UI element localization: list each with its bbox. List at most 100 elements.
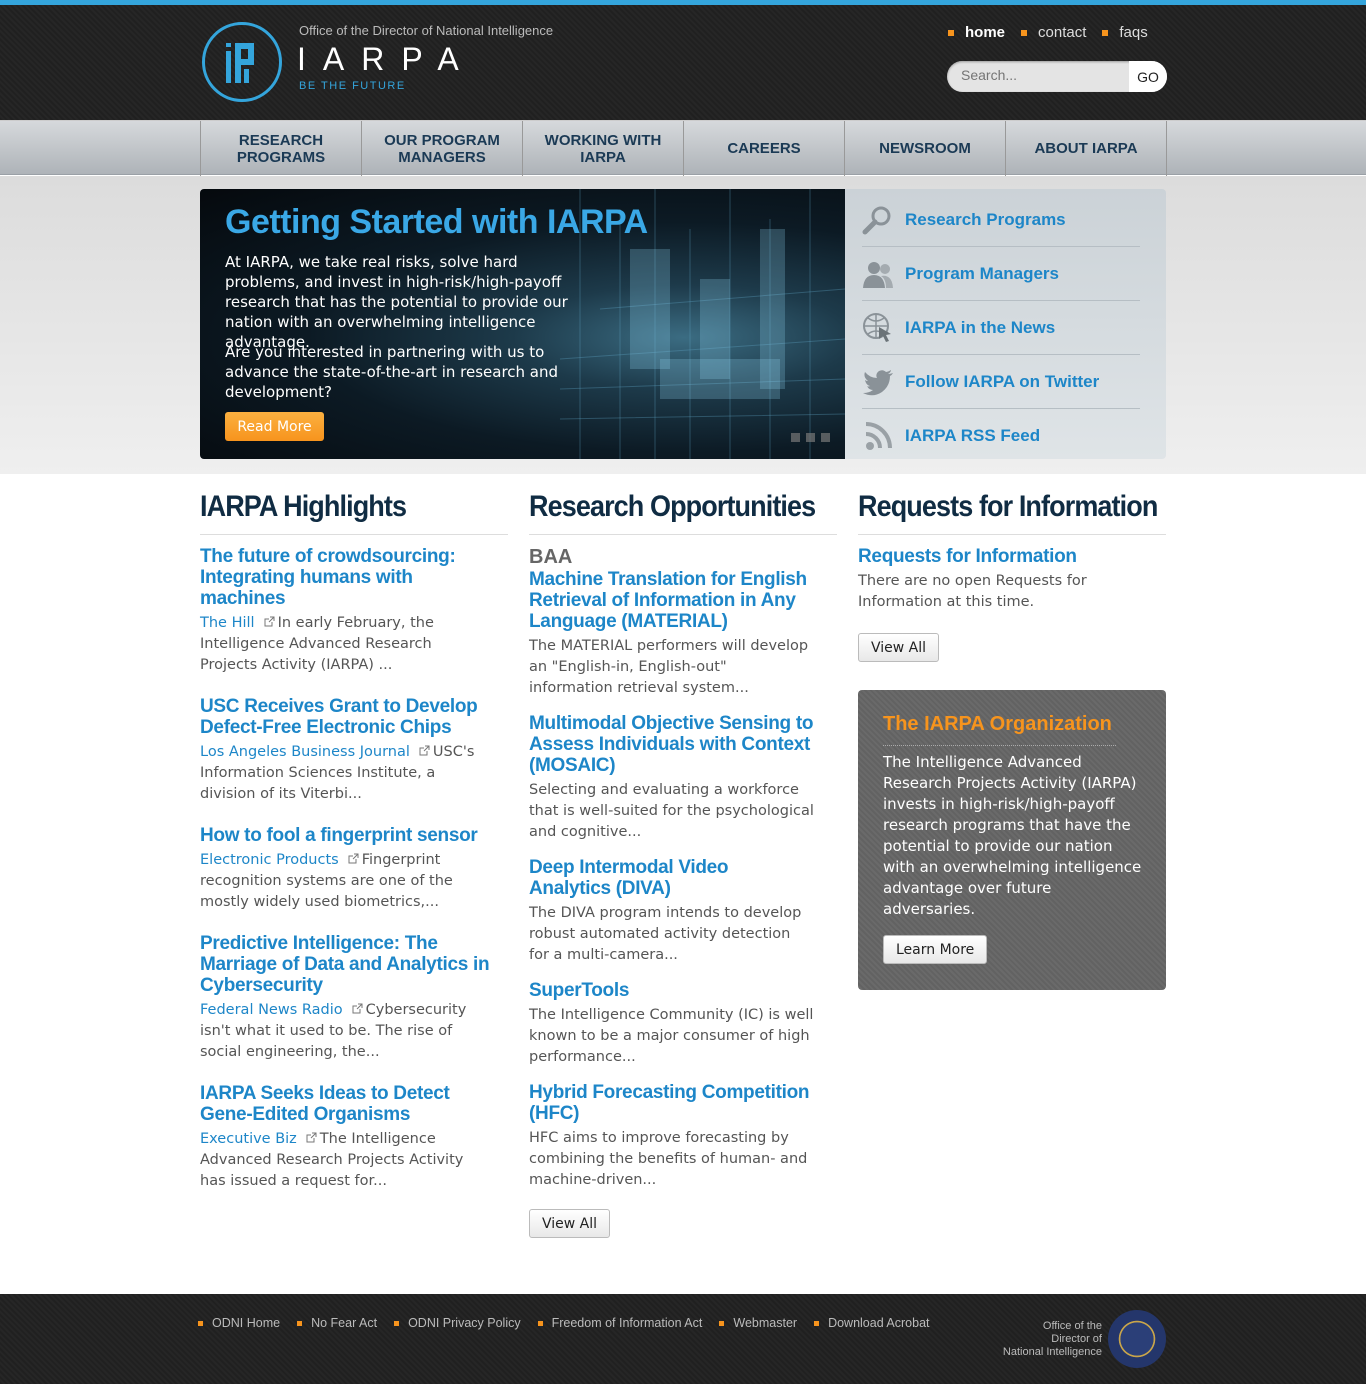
list-item: IARPA Seeks Ideas to Detect Gene-Edited … — [200, 1083, 490, 1192]
slide-dot[interactable] — [791, 433, 800, 442]
topnav-faqs-label: faqs — [1119, 24, 1148, 41]
bullet-icon — [719, 1320, 725, 1326]
quick-links-panel: Research Programs Program Managers IARPA… — [845, 189, 1166, 459]
footer-link-label: Webmaster — [733, 1316, 798, 1330]
nav-about-iarpa[interactable]: About IARPA — [1006, 121, 1167, 176]
footer-odni-text[interactable]: Office of the Director of National Intel… — [1003, 1320, 1102, 1359]
quicklink-twitter[interactable]: Follow IARPA on Twitter — [862, 355, 1140, 409]
research-excerpt: The DIVA program intends to develop robu… — [529, 905, 802, 963]
hero-paragraph-1: At IARPA, we take real risks, solve hard… — [225, 253, 568, 351]
research-title[interactable]: Deep Intermodal Video Analytics (DIVA) — [529, 857, 814, 899]
topnav-home[interactable]: home — [948, 24, 1005, 41]
research-title[interactable]: Multimodal Objective Sensing to Assess I… — [529, 713, 814, 776]
research-title[interactable]: Hybrid Forecasting Competition (HFC) — [529, 1082, 814, 1124]
list-item: How to fool a fingerprint sensor Electro… — [200, 825, 490, 913]
bullet-icon — [1021, 29, 1028, 36]
rfi-section: Requests for Information There are no op… — [858, 546, 1158, 662]
learn-more-button[interactable]: Learn More — [883, 935, 988, 964]
footer-link-odni-home[interactable]: ODNI Home — [198, 1316, 280, 1330]
footer-links: ODNI Home No Fear Act ODNI Privacy Polic… — [198, 1316, 947, 1330]
baa-subheading: BAA — [529, 546, 573, 568]
footer-link-foia[interactable]: Freedom of Information Act — [537, 1316, 702, 1330]
highlight-title[interactable]: IARPA Seeks Ideas to Detect Gene-Edited … — [200, 1083, 490, 1125]
highlight-title[interactable]: The future of crowdsourcing: Integrating… — [200, 546, 490, 609]
topnav-faqs[interactable]: faqs — [1102, 24, 1148, 41]
nav-careers[interactable]: Careers — [684, 121, 845, 176]
footer-link-privacy-policy[interactable]: ODNI Privacy Policy — [394, 1316, 521, 1330]
bullet-icon — [1102, 29, 1109, 36]
odni-seal-icon[interactable] — [1108, 1310, 1166, 1368]
rss-icon — [865, 422, 892, 450]
highlight-title[interactable]: How to fool a fingerprint sensor — [200, 825, 490, 846]
highlight-source[interactable]: Executive Biz — [200, 1131, 297, 1147]
quicklink-rss[interactable]: IARPA RSS Feed — [862, 409, 1140, 463]
footer-link-download-acrobat[interactable]: Download Acrobat — [814, 1316, 930, 1330]
search-go-button[interactable]: GO — [1129, 61, 1167, 92]
nav-working-with-iarpa[interactable]: Working With IARPA — [523, 121, 684, 176]
highlight-source[interactable]: The Hill — [200, 615, 255, 631]
bullet-icon — [948, 29, 954, 36]
list-item: Multimodal Objective Sensing to Assess I… — [529, 713, 814, 843]
read-more-button[interactable]: Read More — [225, 412, 324, 441]
site-footer: ODNI Home No Fear Act ODNI Privacy Polic… — [0, 1294, 1366, 1384]
list-item: Machine Translation for English Retrieva… — [529, 569, 814, 699]
nav-research-programs[interactable]: Research Programs — [201, 121, 362, 176]
iarpa-logo-icon — [226, 43, 254, 83]
highlight-title[interactable]: Predictive Intelligence: The Marriage of… — [200, 933, 490, 996]
list-item: The future of crowdsourcing: Integrating… — [200, 546, 490, 676]
highlight-title[interactable]: USC Receives Grant to Develop Defect-Fre… — [200, 696, 490, 738]
hero-title: Getting Started with IARPA — [225, 203, 648, 241]
highlight-body: Executive Biz The Intelligence Advanced R… — [200, 1129, 490, 1192]
research-list: BAA Machine Translation for English Retr… — [529, 546, 814, 1238]
rfi-view-all-button[interactable]: View All — [858, 633, 940, 662]
nav-program-managers[interactable]: Our Program Managers — [362, 121, 523, 176]
org-text: The Intelligence Advanced Research Proje… — [883, 753, 1142, 918]
highlight-source[interactable]: Federal News Radio — [200, 1002, 343, 1018]
quicklink-label: IARPA RSS Feed — [905, 426, 1041, 445]
main-nav: Research Programs Our Program Managers W… — [0, 120, 1366, 176]
research-title[interactable]: Machine Translation for English Retrieva… — [529, 569, 814, 632]
external-link-icon — [264, 616, 275, 627]
divider — [858, 534, 1166, 535]
quicklink-label: Research Programs — [905, 209, 1066, 229]
highlight-source[interactable]: Los Angeles Business Journal — [200, 744, 410, 760]
quicklink-research-programs[interactable]: Research Programs — [862, 193, 1140, 247]
footer-odni-line: Director of — [1051, 1333, 1102, 1345]
organization-box: The IARPA Organization The Intelligence … — [858, 690, 1166, 990]
divider — [883, 745, 1116, 746]
iarpa-wordmark[interactable]: IARPA — [297, 41, 476, 78]
list-item: Deep Intermodal Video Analytics (DIVA) T… — [529, 857, 814, 966]
slide-dot[interactable] — [821, 433, 830, 442]
research-excerpt: Selecting and evaluating a workforce tha… — [529, 782, 814, 840]
rfi-title[interactable]: Requests for Information — [858, 546, 1158, 567]
highlight-body: Los Angeles Business Journal USC's Inform… — [200, 742, 490, 805]
quicklink-program-managers[interactable]: Program Managers — [862, 247, 1140, 301]
footer-link-webmaster[interactable]: Webmaster — [719, 1316, 797, 1330]
bullet-icon — [198, 1320, 203, 1326]
divider — [200, 534, 508, 535]
bullet-icon — [537, 1320, 543, 1326]
divider — [529, 534, 837, 535]
footer-odni-line: National Intelligence — [1002, 1346, 1102, 1358]
rfi-heading: Requests for Information — [858, 490, 1158, 523]
topnav-contact[interactable]: contact — [1021, 24, 1086, 41]
list-item: Hybrid Forecasting Competition (HFC) HFC… — [529, 1082, 814, 1191]
bullet-icon — [814, 1320, 820, 1326]
magnifier-icon — [862, 206, 891, 234]
search-input[interactable] — [961, 67, 1131, 83]
external-link-icon — [348, 853, 359, 864]
research-title[interactable]: SuperTools — [529, 980, 814, 1001]
highlight-source[interactable]: Electronic Products — [200, 852, 339, 868]
research-excerpt: The Intelligence Community (IC) is well … — [529, 1007, 814, 1065]
slide-dot[interactable] — [806, 433, 815, 442]
quicklink-iarpa-news[interactable]: IARPA in the News — [862, 301, 1140, 355]
nav-newsroom[interactable]: Newsroom — [845, 121, 1006, 176]
highlight-body: Federal News Radio Cybersecurity isn't wh… — [200, 1000, 490, 1063]
footer-link-no-fear-act[interactable]: No Fear Act — [297, 1316, 377, 1330]
research-heading: Research Opportunities — [529, 490, 816, 523]
utility-nav: home contact faqs — [948, 24, 1164, 41]
site-header: Office of the Director of National Intel… — [0, 5, 1366, 120]
topnav-home-label: home — [965, 24, 1006, 41]
highlights-list: The future of crowdsourcing: Integrating… — [200, 546, 490, 1192]
research-view-all-button[interactable]: View All — [529, 1209, 611, 1238]
